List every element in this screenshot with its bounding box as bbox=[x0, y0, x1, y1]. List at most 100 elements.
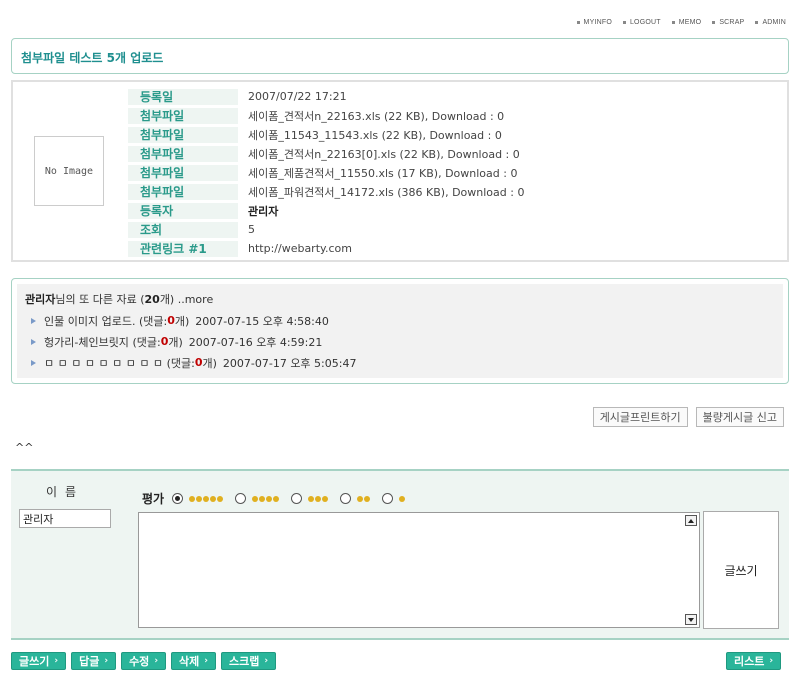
other-posts-author: 관리자 bbox=[25, 293, 56, 306]
rating-group: 평가 bbox=[142, 490, 417, 507]
top-nav: MYINFO LOGOUT MEMO SCRAP ADMIN bbox=[576, 19, 786, 26]
rating-stars bbox=[252, 495, 280, 502]
name-input[interactable]: 관리자 bbox=[19, 509, 111, 528]
rating-stars bbox=[357, 495, 371, 502]
info-row: 등록자 관리자 bbox=[128, 201, 728, 220]
star-icon bbox=[273, 495, 280, 502]
chevron-right-icon: › bbox=[769, 656, 774, 666]
rating-radio-4[interactable] bbox=[235, 493, 247, 504]
arrow-down-icon bbox=[688, 617, 694, 622]
bullet-icon bbox=[671, 21, 675, 24]
rating-stars bbox=[189, 495, 224, 502]
star-icon bbox=[266, 495, 273, 502]
star-icon bbox=[399, 495, 406, 502]
edit-button[interactable]: 수정 › bbox=[121, 652, 167, 670]
chevron-right-icon: › bbox=[204, 656, 208, 666]
info-value[interactable]: 세이폼_파워견적서_14172.xls (386 KB), Download :… bbox=[238, 184, 524, 200]
rating-label: 평가 bbox=[142, 492, 165, 506]
info-label: 등록자 bbox=[128, 202, 238, 219]
info-value: 2007/07/22 17:21 bbox=[248, 90, 347, 103]
list-button[interactable]: 리스트 › bbox=[726, 652, 782, 670]
star-icon bbox=[252, 495, 259, 502]
nav-memo[interactable]: MEMO bbox=[671, 19, 702, 26]
list-item[interactable]: ㅁ ㅁ ㅁ ㅁ ㅁ ㅁ ㅁ ㅁ ㅁ (댓글: 0 개) 2007-07-17 오후 … bbox=[31, 352, 356, 373]
info-row: 첨부파일 세이폼_11543_11543.xls (22 KB), Downloa… bbox=[128, 125, 728, 144]
rating-radio-2[interactable] bbox=[340, 493, 352, 504]
info-row: 첨부파일 세이폼_제품견적서_11550.xls (17 KB), Downloa… bbox=[128, 163, 728, 182]
bullet-icon bbox=[622, 21, 626, 24]
arrow-up-icon bbox=[688, 518, 694, 523]
info-row: 첨부파일 세이폼_파워견적서_14172.xls (386 KB), Downlo… bbox=[128, 182, 728, 201]
rating-radio-5[interactable] bbox=[172, 493, 184, 504]
report-post-button[interactable]: 불량게시글 신고 bbox=[695, 407, 784, 427]
post-link[interactable]: 헝가리-체인브릿지 bbox=[44, 334, 129, 350]
reply-button[interactable]: 답글 › bbox=[71, 652, 117, 670]
info-label: 첨부파일 bbox=[128, 183, 238, 200]
info-label: 첨부파일 bbox=[128, 164, 238, 181]
post-link[interactable]: ㅁ ㅁ ㅁ ㅁ ㅁ ㅁ ㅁ ㅁ ㅁ bbox=[44, 355, 163, 371]
rating-radio-1[interactable] bbox=[382, 493, 394, 504]
list-item[interactable]: 헝가리-체인브릿지 (댓글: 0 개) 2007-07-16 오후 4:59:21 bbox=[31, 331, 356, 352]
submit-comment-button[interactable]: 글쓰기 bbox=[703, 511, 779, 629]
info-value[interactable]: 세이폼_제품견적서_11550.xls (17 KB), Download : … bbox=[238, 165, 517, 181]
post-info-box: No Image 등록일 2007/07/22 17:21 첨부파일 세이폼_견적서n… bbox=[11, 80, 789, 262]
nav-admin[interactable]: ADMIN bbox=[755, 19, 786, 26]
info-label: 첨부파일 bbox=[128, 107, 238, 124]
info-value[interactable]: 세이폼_견적서n_22163.xls (22 KB), Download : 0 bbox=[238, 108, 504, 124]
other-posts-heading[interactable]: 관리자님의 또 다른 자료 (20개) ..more bbox=[25, 291, 213, 307]
scrap-button[interactable]: 스크랩 › bbox=[221, 652, 277, 670]
post-date: 2007-07-15 오후 4:58:40 bbox=[195, 314, 329, 328]
star-icon bbox=[357, 495, 364, 502]
bullet-icon bbox=[755, 21, 759, 24]
star-icon bbox=[203, 495, 210, 502]
star-icon bbox=[315, 495, 322, 502]
print-post-button[interactable]: 게시글프린트하기 bbox=[592, 407, 688, 427]
delete-button[interactable]: 삭제 › bbox=[171, 652, 216, 670]
comment-textarea[interactable] bbox=[138, 512, 700, 628]
info-value: 5 bbox=[248, 223, 255, 236]
bottom-action-bar: 글쓰기 › 답글 › 수정 › 삭제 › 스크랩 › bbox=[11, 652, 277, 670]
comment-form: 이름 관리자 평가 글쓰기 bbox=[11, 469, 789, 640]
info-row: 첨부파일 세이폼_견적서n_22163[0].xls (22 KB), Downl… bbox=[128, 144, 728, 163]
comment-count-prefix: (댓글: bbox=[166, 356, 195, 370]
info-value[interactable]: http://webarty.com bbox=[238, 242, 352, 255]
info-row: 조회 5 bbox=[128, 220, 728, 239]
info-label: 등록일 bbox=[128, 88, 238, 105]
comment-count-suffix: 개) bbox=[202, 356, 217, 370]
list-item[interactable]: 인물 이미지 업로드. (댓글: 0 개) 2007-07-15 오후 4:58:4… bbox=[31, 310, 356, 331]
rating-stars bbox=[399, 495, 406, 502]
chevron-right-icon: › bbox=[54, 656, 59, 666]
info-value[interactable]: 세이폼_견적서n_22163[0].xls (22 KB), Download … bbox=[238, 146, 520, 162]
nav-logout[interactable]: LOGOUT bbox=[622, 19, 661, 26]
comment-count-prefix: (댓글: bbox=[138, 314, 168, 328]
post-link[interactable]: 인물 이미지 업로드. bbox=[44, 313, 135, 329]
chevron-right-icon: › bbox=[154, 656, 159, 666]
image-placeholder: No Image bbox=[34, 136, 104, 206]
info-label: 조회 bbox=[128, 221, 238, 238]
post-date: 2007-07-16 오후 4:59:21 bbox=[188, 335, 323, 349]
post-actions: 게시글프린트하기 불량게시글 신고 bbox=[592, 407, 784, 427]
triangle-bullet-icon bbox=[31, 338, 36, 345]
other-posts-box: 관리자님의 또 다른 자료 (20개) ..more 인물 이미지 업로드. (… bbox=[11, 278, 789, 384]
write-button[interactable]: 글쓰기 › bbox=[11, 652, 67, 670]
rating-stars bbox=[308, 495, 329, 502]
other-posts-list: 인물 이미지 업로드. (댓글: 0 개) 2007-07-15 오후 4:58:4… bbox=[31, 310, 356, 373]
other-posts-count: 20 bbox=[144, 293, 160, 306]
nav-myinfo[interactable]: MYINFO bbox=[576, 19, 612, 26]
scroll-up-button[interactable] bbox=[685, 515, 697, 526]
info-row: 등록일 2007/07/22 17:21 bbox=[128, 87, 728, 106]
nav-scrap[interactable]: SCRAP bbox=[712, 19, 744, 26]
comment-count-suffix: 개) bbox=[174, 314, 190, 328]
bullet-icon bbox=[712, 21, 716, 24]
bullet-icon bbox=[576, 21, 580, 24]
info-label: 첨부파일 bbox=[128, 145, 238, 162]
chevron-right-icon: › bbox=[104, 656, 109, 666]
post-body-text: ^^ bbox=[15, 441, 34, 454]
scroll-down-button[interactable] bbox=[685, 614, 697, 625]
info-label: 관련링크 #1 bbox=[128, 240, 238, 257]
info-value[interactable]: 세이폼_11543_11543.xls (22 KB), Download : … bbox=[238, 127, 502, 143]
post-date: 2007-07-17 오후 5:05:47 bbox=[222, 356, 357, 370]
name-label: 이름 bbox=[46, 485, 85, 499]
rating-radio-3[interactable] bbox=[291, 493, 303, 504]
comment-count: 0 bbox=[160, 335, 169, 348]
